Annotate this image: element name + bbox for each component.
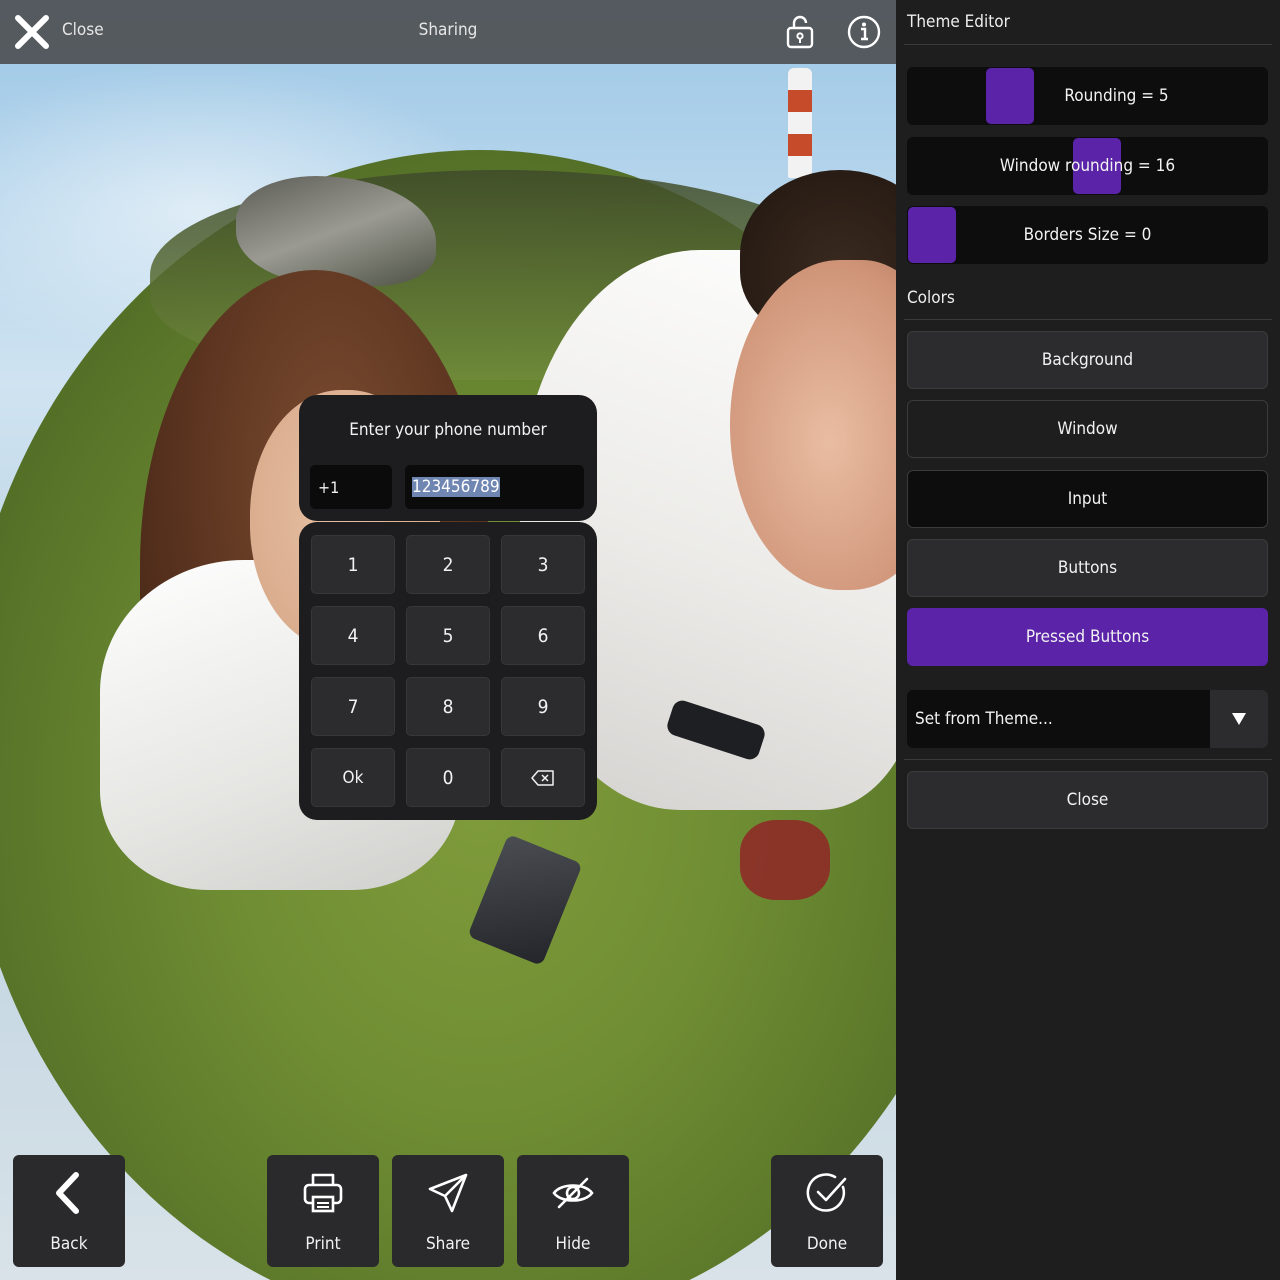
unlock-icon[interactable] — [783, 14, 817, 50]
dropdown-arrow[interactable] — [1210, 690, 1268, 748]
window-color-button[interactable]: Window — [907, 400, 1268, 458]
printer-icon — [303, 1173, 343, 1213]
key-3[interactable]: 3 — [501, 535, 585, 594]
buttons-color-button[interactable]: Buttons — [907, 539, 1268, 597]
red-shorts — [740, 820, 830, 900]
done-label: Done — [806, 1234, 848, 1254]
key-8[interactable]: 8 — [406, 677, 490, 736]
key-6[interactable]: 6 — [501, 606, 585, 665]
phone-number-field[interactable]: 123456789 — [405, 465, 584, 509]
key-backspace[interactable] — [501, 748, 585, 807]
back-button[interactable]: Back — [13, 1155, 125, 1267]
window-rounding-label: Window rounding = 16 — [999, 156, 1176, 176]
key-1[interactable]: 1 — [311, 535, 395, 594]
theme-select[interactable]: Set from Theme... — [907, 690, 1268, 748]
numeric-keypad: 1 2 3 4 5 6 7 8 9 Ok 0 — [299, 522, 597, 820]
share-label: Share — [425, 1234, 471, 1254]
hide-button[interactable]: Hide — [517, 1155, 629, 1267]
phone-prompt: Enter your phone number — [349, 420, 547, 440]
input-color-button[interactable]: Input — [907, 470, 1268, 528]
close-button[interactable]: Close — [907, 771, 1268, 829]
divider — [904, 44, 1272, 45]
rounding-slider[interactable]: Rounding = 5 — [907, 67, 1268, 125]
background-color-button[interactable]: Background — [907, 331, 1268, 389]
print-label: Print — [305, 1234, 341, 1254]
key-2[interactable]: 2 — [406, 535, 490, 594]
done-button[interactable]: Done — [771, 1155, 883, 1267]
phone-number-dialog: Enter your phone number +1 123456789 — [299, 395, 597, 521]
divider — [904, 759, 1272, 760]
key-4[interactable]: 4 — [311, 606, 395, 665]
country-code-field[interactable]: +1 — [310, 465, 392, 509]
info-icon[interactable] — [846, 14, 882, 50]
phone-number-value: 123456789 — [412, 477, 500, 497]
theme-editor-panel: Theme Editor Rounding = 5 Window roundin… — [896, 0, 1280, 1280]
borders-size-slider[interactable]: Borders Size = 0 — [907, 206, 1268, 264]
triangle-down-icon — [1232, 713, 1246, 725]
divider — [904, 319, 1272, 320]
theme-editor-title: Theme Editor — [907, 12, 1010, 32]
eye-off-icon — [552, 1177, 594, 1209]
top-bar: Close Sharing — [0, 0, 896, 64]
window-rounding-slider[interactable]: Window rounding = 16 — [907, 137, 1268, 195]
share-button[interactable]: Share — [392, 1155, 504, 1267]
page-title: Sharing — [418, 20, 478, 40]
colors-heading: Colors — [907, 288, 955, 308]
check-circle-icon — [806, 1173, 847, 1212]
print-button[interactable]: Print — [267, 1155, 379, 1267]
backspace-icon — [531, 769, 554, 786]
send-icon — [428, 1173, 468, 1213]
key-0[interactable]: 0 — [406, 748, 490, 807]
hide-label: Hide — [555, 1234, 591, 1254]
back-label: Back — [50, 1234, 88, 1254]
chevron-left-icon — [56, 1172, 79, 1214]
theme-select-value: Set from Theme... — [915, 709, 1053, 729]
key-5[interactable]: 5 — [406, 606, 490, 665]
key-ok[interactable]: Ok — [311, 748, 395, 807]
pressed-buttons-color-button[interactable]: Pressed Buttons — [907, 608, 1268, 666]
key-9[interactable]: 9 — [501, 677, 585, 736]
lighthouse — [788, 68, 812, 178]
key-7[interactable]: 7 — [311, 677, 395, 736]
rounding-label: Rounding = 5 — [1064, 86, 1169, 106]
borders-size-label: Borders Size = 0 — [1023, 225, 1152, 245]
